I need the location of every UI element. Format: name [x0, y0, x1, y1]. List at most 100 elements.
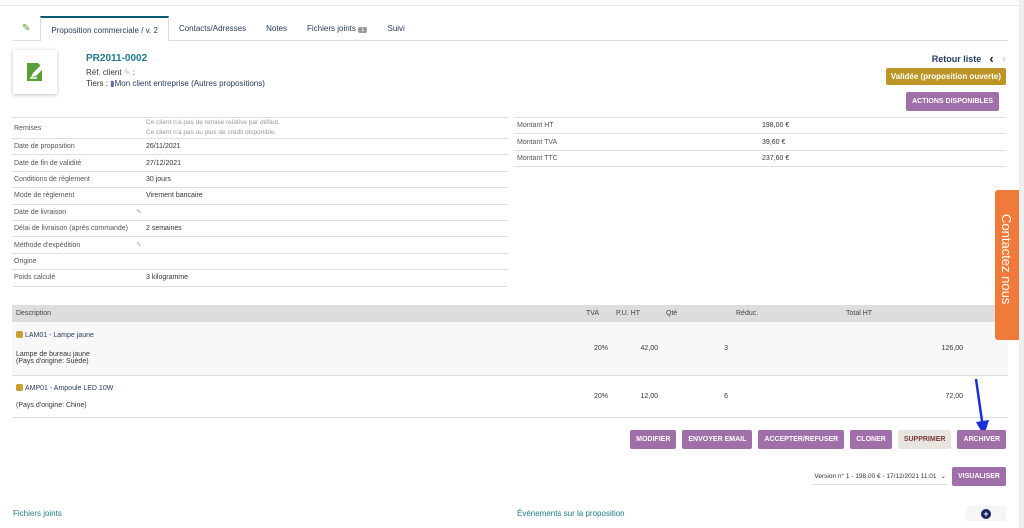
back-to-list-link[interactable]: Retour liste: [932, 54, 982, 64]
proposal-logo: [13, 50, 57, 94]
table-row: LAM01 - Lampe jaune Lampe de bureau jaune…: [12, 322, 1008, 376]
line-tva: 20%: [582, 322, 612, 376]
total-label: Montant HT: [514, 116, 759, 135]
clone-button[interactable]: CLONER: [850, 430, 892, 449]
send-email-button[interactable]: ENVOYER EMAIL: [682, 430, 753, 449]
field-row: Remises Ce client n'a pas de remise relat…: [12, 117, 508, 139]
line-pu: 12,00: [612, 375, 662, 418]
line-qty: 3: [662, 322, 732, 376]
document-edit-icon: [27, 63, 44, 81]
field-label: Origine: [12, 252, 134, 270]
ref-client-suffix: :: [132, 68, 135, 77]
line-pu: 42,00: [612, 322, 662, 376]
product-icon: [16, 383, 23, 391]
attached-files-heading: Fichiers joints: [13, 509, 62, 518]
line-qty: 6: [662, 375, 732, 418]
archive-button[interactable]: ARCHIVER: [957, 430, 1006, 449]
edit-pencil-icon[interactable]: ✎: [134, 236, 144, 254]
product-link[interactable]: AMP01 - Ampoule LED 10W: [16, 383, 578, 392]
lines-table: Description TVA P.U. HT Qté Réduc. Total…: [12, 305, 1008, 418]
field-row: Mode de règlement Virement bancaire: [12, 187, 508, 205]
field-value: 26/11/2021: [144, 137, 508, 155]
tab-suivi[interactable]: Suivi: [377, 16, 414, 41]
field-row: Délai de livraison (après commande) 2 sem…: [12, 219, 508, 237]
field-value: [144, 252, 508, 270]
field-row: Date de proposition 26/11/2021: [12, 137, 508, 155]
modify-button[interactable]: MODIFIER: [630, 430, 677, 449]
visualize-button[interactable]: VISUALISER: [951, 467, 1006, 486]
field-label: Méthode d'expédition: [12, 236, 134, 254]
add-event-button[interactable]: +: [966, 506, 1006, 521]
total-value: 237,60 €: [759, 149, 1006, 168]
accept-refuse-button[interactable]: ACCEPTER/REFUSER: [758, 430, 845, 449]
events-heading: Événements sur la proposition: [517, 509, 625, 518]
edit-pencil-icon[interactable]: ✎: [134, 203, 144, 221]
col-reduc: Réduc.: [732, 305, 842, 322]
field-row: Origine: [12, 252, 508, 270]
product-link[interactable]: LAM01 - Lampe jaune: [16, 331, 578, 339]
totals-table: Montant HT 198,00 € Montant TVA 39,60 € Mo…: [514, 116, 1006, 168]
files-count-badge: 1: [358, 26, 368, 33]
other-proposals-link[interactable]: (Autres propositions): [191, 79, 265, 88]
tab-proposition[interactable]: Proposition commerciale / v. 2: [40, 15, 169, 42]
tab-notes[interactable]: Notes: [256, 16, 297, 41]
field-value: 30 jours: [144, 170, 508, 188]
field-value: [144, 236, 508, 254]
field-row: Date de fin de validité 27/12/2021: [12, 154, 508, 172]
field-label: Remises: [12, 117, 134, 139]
total-row: Montant TTC 237,60 €: [514, 149, 1006, 168]
total-label: Montant TTC: [514, 149, 759, 168]
action-buttons: MODIFIER ENVOYER EMAIL ACCEPTER/REFUSER …: [630, 430, 1006, 449]
top-divider: [0, 5, 1024, 6]
delete-button[interactable]: SUPPRIMER: [897, 430, 952, 449]
prev-icon[interactable]: ‹: [989, 51, 993, 66]
field-row: Méthode d'expédition ✎: [12, 236, 508, 254]
ref-client-label: Réf. client: [86, 68, 122, 77]
discount-note: Ce client n'a pas de remise relative par…: [146, 119, 280, 126]
available-actions-button[interactable]: ACTIONS DISPONIBLES: [906, 92, 999, 111]
field-value: [144, 203, 508, 221]
next-icon[interactable]: ›: [1002, 51, 1006, 66]
tiers-link[interactable]: Mon client entreprise: [115, 79, 189, 88]
pencil-icon[interactable]: ✎: [124, 68, 131, 77]
line-origin: (Pays d'origine: Chine): [16, 401, 87, 409]
field-label: Délai de livraison (après commande): [12, 219, 134, 237]
line-origin: (Pays d'origine: Suède): [16, 358, 89, 366]
field-row: Date de livraison ✎: [12, 203, 508, 221]
tab-contacts[interactable]: Contacts/Adresses: [169, 16, 256, 41]
field-value: 2 semaines: [144, 219, 508, 237]
total-row: Montant TVA 39,60 €: [514, 133, 1006, 151]
table-row: AMP01 - Ampoule LED 10W (Pays d'origine: …: [12, 375, 1008, 418]
line-total: 126,00: [842, 322, 967, 376]
col-qty: Qté: [662, 305, 732, 322]
proposal-fields-table: Remises Ce client n'a pas de remise relat…: [12, 117, 508, 287]
proposal-icon[interactable]: ✎: [12, 16, 40, 41]
contact-us-tab[interactable]: Contactez nous: [995, 190, 1021, 340]
field-label: Conditions de règlement: [12, 170, 134, 188]
field-value: 27/12/2021: [144, 154, 508, 172]
line-tva: 20%: [582, 375, 612, 418]
chevron-down-icon: ⌄: [940, 473, 946, 480]
total-value: 198,00 €: [759, 116, 1006, 135]
line-description: Lampe de bureau jaune: [16, 351, 90, 359]
col-tva: TVA: [582, 305, 612, 322]
total-value: 39,60 €: [759, 133, 1006, 151]
field-value: 3 kilogramme: [144, 269, 508, 287]
field-row: Conditions de règlement 30 jours: [12, 170, 508, 188]
product-icon: [16, 331, 23, 339]
field-label: Mode de règlement: [12, 187, 134, 205]
scrollbar[interactable]: [1019, 0, 1024, 528]
proposal-ref: PR2011-0002: [86, 53, 148, 64]
col-pu: P.U. HT: [612, 305, 662, 322]
version-row: Version n° 1 - 198,00 € - 17/12/2021 11:…: [812, 467, 1006, 486]
col-total: Total HT: [842, 305, 967, 322]
field-value: Virement bancaire: [144, 187, 508, 205]
field-row: Poids calculé 3 kilogramme: [12, 269, 508, 287]
field-label: Date de livraison: [12, 203, 134, 221]
version-select[interactable]: Version n° 1 - 198,00 € - 17/12/2021 11:…: [812, 468, 948, 485]
line-total: 72,00: [842, 375, 967, 418]
col-description: Description: [12, 305, 582, 322]
tab-files[interactable]: Fichiers joints 1: [297, 16, 377, 41]
field-label: Date de fin de validité: [12, 154, 134, 172]
credit-note: Ce client n'a pas ou plus de crédit disp…: [146, 129, 277, 136]
